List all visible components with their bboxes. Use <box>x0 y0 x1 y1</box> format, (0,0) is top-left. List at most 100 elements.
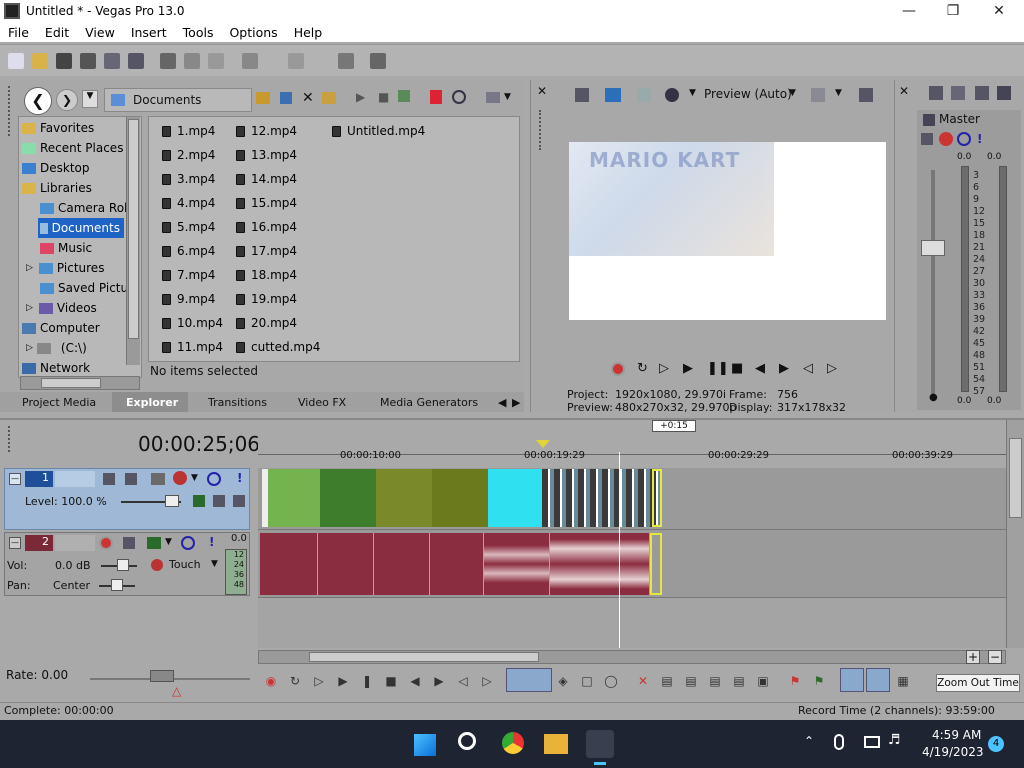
master-solo-icon[interactable]: ! <box>977 132 982 146</box>
file-item[interactable]: 15.mp4 <box>236 196 297 210</box>
snapping-toggle[interactable] <box>840 668 864 692</box>
automation-mode-icon[interactable] <box>151 559 163 571</box>
views-icon[interactable] <box>486 92 500 103</box>
back-button[interactable]: ❮ <box>24 87 52 115</box>
render-tool-icon[interactable] <box>338 53 354 69</box>
hscroll-thumb[interactable] <box>309 652 539 662</box>
loop-icon[interactable]: ↻ <box>637 361 648 376</box>
audio-event-3[interactable] <box>374 533 430 595</box>
new-icon[interactable] <box>8 53 24 69</box>
file-item[interactable]: 5.mp4 <box>162 220 215 234</box>
video-event-4[interactable] <box>432 469 488 527</box>
bypass-motion-blur-icon[interactable] <box>125 473 137 485</box>
tree-documents[interactable]: Documents <box>38 218 124 238</box>
file-item[interactable]: 16.mp4 <box>236 220 297 234</box>
transport-stop-icon[interactable]: ■ <box>384 674 398 688</box>
save-icon[interactable] <box>56 53 72 69</box>
transport-play-from-start-icon[interactable]: ▷ <box>312 674 326 688</box>
play-from-start-icon[interactable]: ▷ <box>659 361 669 376</box>
rate-slider-thumb[interactable] <box>150 670 174 682</box>
track1-name-field[interactable] <box>55 471 95 487</box>
pause-icon[interactable]: ❚❚ <box>707 361 729 376</box>
file-item[interactable]: Untitled.mp4 <box>332 124 425 138</box>
tree-vscrollbar[interactable] <box>126 117 140 365</box>
track2-name-field[interactable] <box>55 535 95 551</box>
file-item[interactable]: 6.mp4 <box>162 244 215 258</box>
downmix-icon[interactable] <box>951 86 965 100</box>
audio-event-6[interactable] <box>550 533 650 595</box>
invert-phase-icon[interactable] <box>123 537 135 549</box>
timeline-vscrollbar[interactable] <box>1006 420 1024 648</box>
menu-file[interactable]: File <box>0 25 37 40</box>
restore-button[interactable]: ❐ <box>930 0 976 22</box>
empty-track-area[interactable] <box>258 598 1006 648</box>
file-item[interactable]: 17.mp4 <box>236 244 297 258</box>
up-folder-icon[interactable] <box>256 92 270 104</box>
favorites-add-icon[interactable] <box>430 90 442 104</box>
tree-recent-places[interactable]: Recent Places <box>22 138 123 158</box>
record-icon[interactable] <box>611 362 625 376</box>
delete-icon[interactable]: ✕ <box>302 90 314 106</box>
file-item[interactable]: 1.mp4 <box>162 124 215 138</box>
lock-event-icon[interactable]: ▣ <box>756 674 770 688</box>
expand-icon[interactable]: ▷ <box>26 303 33 313</box>
timeline-hscrollbar[interactable] <box>258 650 1006 664</box>
track2-fx-icon[interactable] <box>147 537 161 549</box>
file-item[interactable]: 2.mp4 <box>162 148 215 162</box>
file-item[interactable]: 3.mp4 <box>162 172 215 186</box>
auto-preview-icon[interactable] <box>398 90 410 102</box>
track2-mute-icon[interactable] <box>181 536 195 550</box>
refresh-icon[interactable] <box>280 92 292 104</box>
mixer-window-icon[interactable] <box>997 86 1011 100</box>
transport-end-icon[interactable]: ▶ <box>432 674 446 688</box>
microphone-icon[interactable] <box>834 734 844 750</box>
file-item[interactable]: 20.mp4 <box>236 316 297 330</box>
open-icon[interactable] <box>32 53 48 69</box>
master-mute-icon[interactable] <box>957 132 971 146</box>
video-event-5[interactable] <box>488 469 542 527</box>
master-fx-icon[interactable] <box>921 133 933 145</box>
vol-slider-thumb[interactable] <box>117 559 129 571</box>
tab-video-fx[interactable]: Video FX <box>298 396 346 409</box>
expand-icon[interactable]: ▷ <box>26 343 33 353</box>
trim-start-icon[interactable]: ▤ <box>684 674 698 688</box>
vegas-taskbar-icon[interactable] <box>586 730 614 758</box>
selected-event-edge[interactable] <box>652 469 662 527</box>
preview-properties-icon[interactable] <box>575 88 589 102</box>
file-item[interactable]: 13.mp4 <box>236 148 297 162</box>
video-event-2[interactable] <box>320 469 376 527</box>
transport-record-icon[interactable]: ◉ <box>264 674 278 688</box>
tree-saved-pictures[interactable]: Saved Pictur <box>40 278 133 298</box>
child-track-icon[interactable] <box>233 495 245 507</box>
play-preview-icon[interactable]: ▶ <box>356 90 365 104</box>
file-item[interactable]: cutted.mp4 <box>236 340 320 354</box>
level-slider-thumb[interactable] <box>165 495 179 507</box>
ripple-edit-icon[interactable]: ▦ <box>896 674 910 688</box>
tab-scroll-left[interactable]: ◀ <box>498 396 506 409</box>
stop-preview-icon[interactable]: ■ <box>378 90 389 104</box>
audio-event-5[interactable] <box>484 533 550 595</box>
copy-icon[interactable] <box>184 53 200 69</box>
tab-scroll-right[interactable]: ▶ <box>512 396 520 409</box>
tab-media-generators[interactable]: Media Generators <box>380 396 478 409</box>
audio-event-2[interactable] <box>318 533 374 595</box>
master-fx-chain-icon[interactable] <box>939 132 953 146</box>
forward-button[interactable]: ❯ <box>56 89 78 111</box>
track1-solo-icon[interactable]: ! <box>237 471 242 485</box>
undo-icon[interactable] <box>242 53 258 69</box>
tree-libraries[interactable]: Libraries <box>22 178 92 198</box>
tree-favorites[interactable]: Favorites <box>22 118 94 138</box>
video-event-1[interactable] <box>262 469 320 527</box>
preview-grip[interactable] <box>539 110 543 150</box>
automation-dropdown-icon[interactable]: ▼ <box>211 559 218 569</box>
menu-view[interactable]: View <box>77 25 123 40</box>
file-item[interactable]: 10.mp4 <box>162 316 223 330</box>
selection-tool-icon[interactable]: □ <box>580 674 594 688</box>
tray-chevron-icon[interactable]: ⌃ <box>804 734 814 748</box>
envelope-tool-icon[interactable]: ◈ <box>556 674 570 688</box>
explorer-grip[interactable] <box>8 86 12 136</box>
selected-audio-edge[interactable] <box>650 533 662 595</box>
notification-badge[interactable]: 4 <box>988 736 1004 752</box>
transport-play-icon[interactable]: ▶ <box>336 674 350 688</box>
file-item[interactable]: 14.mp4 <box>236 172 297 186</box>
